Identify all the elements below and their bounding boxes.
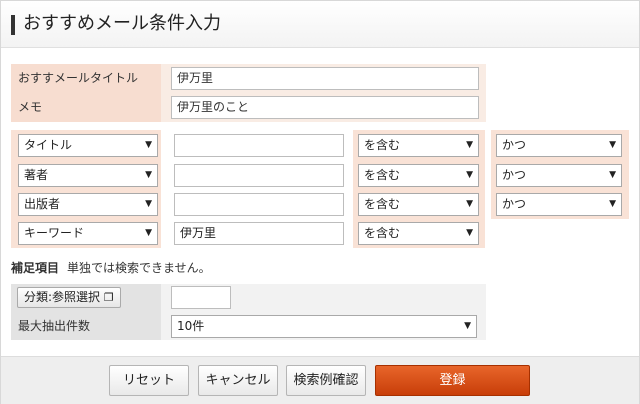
info-label-memo: メモ [11,93,161,122]
hint-text: 単独では検索できません。 [67,261,211,275]
category-label-cell: 分類:参照選択 ❐ [11,284,161,312]
condition-input-3[interactable] [174,193,344,216]
logic-select-1[interactable]: かつ ▼ [496,134,622,157]
info-row-title: おすすメールタイトル 伊万里 [11,64,486,93]
match-select-value: を含む [364,226,401,240]
max-count-row: 最大抽出件数 10件 ▼ [11,312,486,340]
reset-button[interactable]: リセット [109,365,189,396]
dropdown-arrow-icon: ▼ [145,228,152,238]
category-button-label: 分類:参照選択 [24,290,101,304]
dropdown-arrow-icon: ▼ [466,170,473,180]
supplementary-hint: 補足項目 単独では検索できません。 [11,259,211,276]
field-select-value: 著者 [24,168,49,182]
dropdown-arrow-icon: ▼ [464,321,471,331]
max-count-label: 最大抽出件数 [11,312,161,340]
field-select-value: タイトル [24,138,73,152]
field-select-4[interactable]: キーワード ▼ [18,222,158,245]
logic-select-value: かつ [502,197,527,211]
dropdown-arrow-icon: ▼ [466,140,473,150]
dropdown-arrow-icon: ▼ [145,170,152,180]
match-select-value: を含む [364,197,401,211]
category-input[interactable] [171,286,231,309]
match-select-value: を含む [364,138,401,152]
logic-select-3[interactable]: かつ ▼ [496,193,622,216]
category-row: 分類:参照選択 ❐ [11,284,486,312]
dropdown-arrow-icon: ▼ [609,140,616,150]
field-select-1[interactable]: タイトル ▼ [18,134,158,157]
dropdown-arrow-icon: ▼ [609,170,616,180]
dropdown-arrow-icon: ▼ [145,199,152,209]
hint-label: 補足項目 [11,261,60,275]
dropdown-arrow-icon: ▼ [466,199,473,209]
title-accent-bar [11,15,15,35]
page-header: おすすめメール条件入力 [1,1,639,48]
search-conditions: タイトル ▼ を含む ▼ かつ ▼ 著者 ▼ を含む ▼ かつ ▼ 出版者 ▼ [11,130,629,248]
search-example-button[interactable]: 検索例確認 [286,365,366,396]
field-select-2[interactable]: 著者 ▼ [18,164,158,187]
category-reference-button[interactable]: 分類:参照選択 ❐ [17,287,121,308]
dropdown-arrow-icon: ▼ [145,140,152,150]
info-label-title: おすすメールタイトル [11,64,161,93]
window-icon: ❐ [103,291,114,304]
memo-input[interactable]: 伊万里のこと [171,96,479,119]
condition-input-2[interactable] [174,164,344,187]
dropdown-arrow-icon: ▼ [466,228,473,238]
logic-select-2[interactable]: かつ ▼ [496,164,622,187]
field-select-value: 出版者 [24,197,61,211]
max-count-select[interactable]: 10件 ▼ [171,315,477,338]
match-select-4[interactable]: を含む ▼ [358,222,479,245]
info-row-memo: メモ 伊万里のこと [11,93,486,122]
page-title: おすすめメール条件入力 [23,13,221,34]
max-count-value: 10件 [177,319,205,333]
field-select-value: キーワード [24,226,85,240]
field-select-3[interactable]: 出版者 ▼ [18,193,158,216]
footer-bar: リセット キャンセル 検索例確認 登録 [1,356,639,404]
dropdown-arrow-icon: ▼ [609,199,616,209]
title-input[interactable]: 伊万里 [171,67,479,90]
submit-button[interactable]: 登録 [375,365,530,396]
condition-input-1[interactable] [174,134,344,157]
logic-select-value: かつ [502,168,527,182]
logic-select-value: かつ [502,138,527,152]
condition-input-4[interactable]: 伊万里 [174,222,344,245]
match-select-value: を含む [364,168,401,182]
match-select-2[interactable]: を含む ▼ [358,164,479,187]
dialog-frame: おすすめメール条件入力 おすすメールタイトル 伊万里 メモ 伊万里のこと タイト… [0,0,640,404]
match-select-3[interactable]: を含む ▼ [358,193,479,216]
cancel-button[interactable]: キャンセル [198,365,278,396]
match-select-1[interactable]: を含む ▼ [358,134,479,157]
